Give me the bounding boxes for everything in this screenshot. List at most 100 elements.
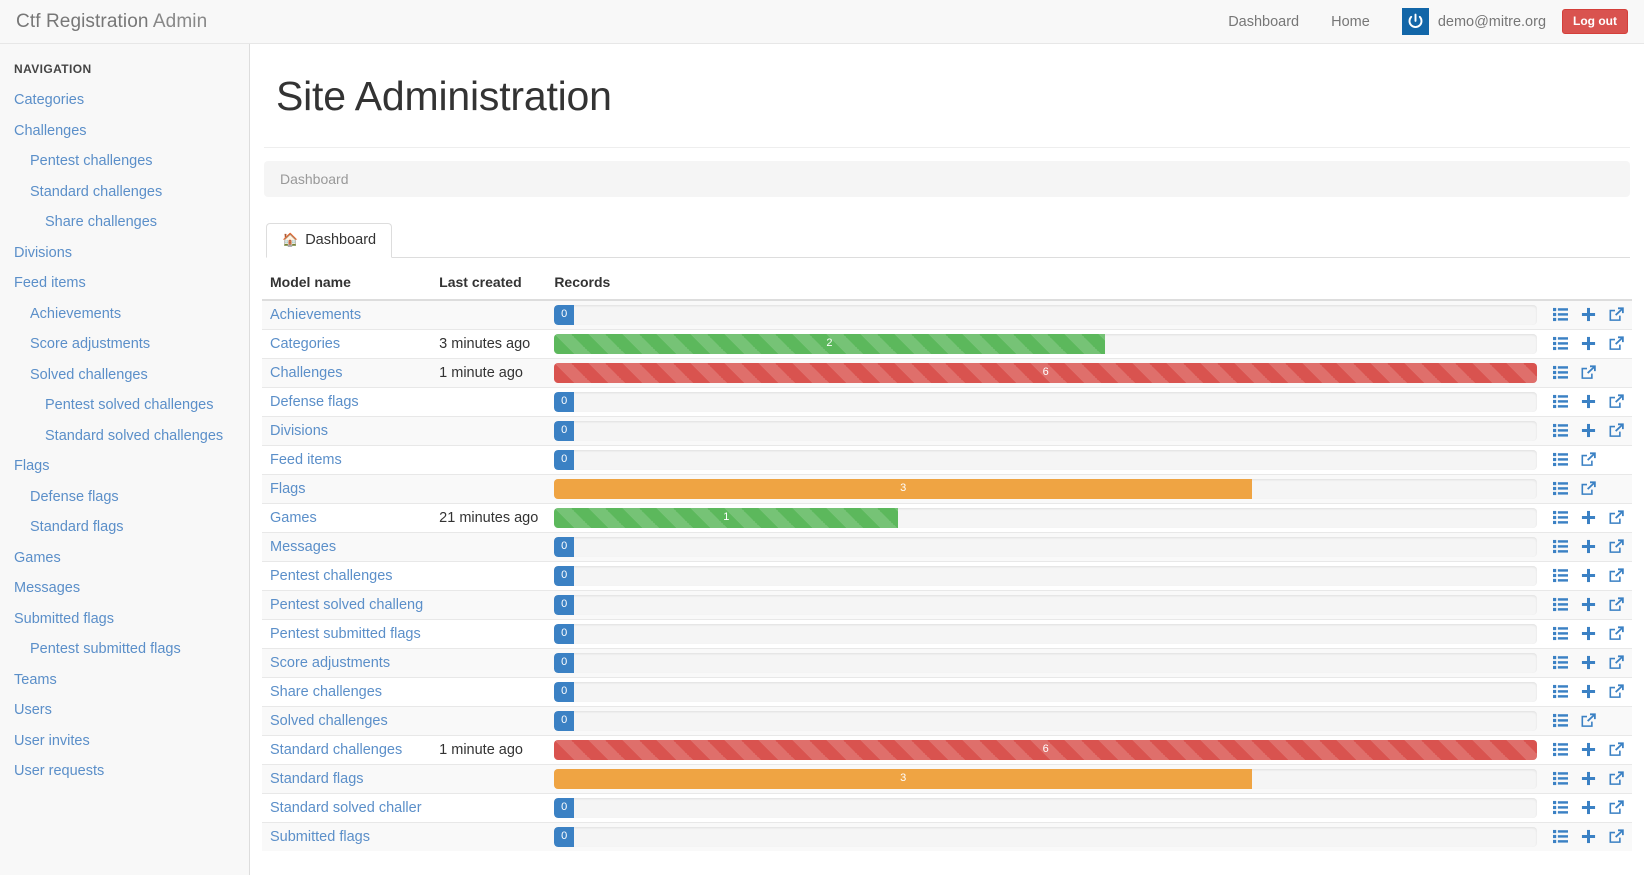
plus-icon[interactable] bbox=[1581, 655, 1596, 670]
external-link-icon[interactable] bbox=[1581, 481, 1596, 496]
sidebar-item-share-challenges[interactable]: Share challenges bbox=[0, 207, 249, 238]
external-link-icon[interactable] bbox=[1609, 539, 1624, 554]
model-link[interactable]: Achievements bbox=[270, 307, 361, 323]
sidebar-item-standard-challenges[interactable]: Standard challenges bbox=[0, 177, 249, 208]
sidebar-item-messages[interactable]: Messages bbox=[0, 573, 249, 604]
list-icon[interactable] bbox=[1553, 800, 1568, 815]
list-icon[interactable] bbox=[1553, 394, 1568, 409]
sidebar-item-standard-flags[interactable]: Standard flags bbox=[0, 512, 249, 543]
external-link-icon[interactable] bbox=[1609, 742, 1624, 757]
external-link-icon[interactable] bbox=[1609, 684, 1624, 699]
plus-icon[interactable] bbox=[1581, 684, 1596, 699]
plus-icon[interactable] bbox=[1581, 307, 1596, 322]
external-link-icon[interactable] bbox=[1609, 800, 1624, 815]
model-link[interactable]: Pentest challenges bbox=[270, 568, 393, 584]
list-icon[interactable] bbox=[1553, 829, 1568, 844]
sidebar-item-solved-challenges[interactable]: Solved challenges bbox=[0, 360, 249, 391]
external-link-icon[interactable] bbox=[1609, 510, 1624, 525]
sidebar-item-submitted-flags[interactable]: Submitted flags bbox=[0, 604, 249, 635]
external-link-icon[interactable] bbox=[1609, 307, 1624, 322]
sidebar-item-pentest-submitted-flags[interactable]: Pentest submitted flags bbox=[0, 634, 249, 665]
sidebar-item-pentest-challenges[interactable]: Pentest challenges bbox=[0, 146, 249, 177]
plus-icon[interactable] bbox=[1581, 539, 1596, 554]
user-menu[interactable]: demo@mitre.org bbox=[1386, 8, 1556, 35]
model-link[interactable]: Submitted flags bbox=[270, 829, 370, 845]
external-link-icon[interactable] bbox=[1609, 394, 1624, 409]
external-link-icon[interactable] bbox=[1609, 597, 1624, 612]
list-icon[interactable] bbox=[1553, 307, 1568, 322]
external-link-icon[interactable] bbox=[1609, 568, 1624, 583]
model-link[interactable]: Categories bbox=[270, 336, 340, 352]
list-icon[interactable] bbox=[1553, 423, 1568, 438]
sidebar-item-categories[interactable]: Categories bbox=[0, 85, 249, 116]
model-link[interactable]: Pentest submitted flags bbox=[270, 626, 421, 642]
sidebar-item-feed-items[interactable]: Feed items bbox=[0, 268, 249, 299]
sidebar-item-games[interactable]: Games bbox=[0, 543, 249, 574]
list-icon[interactable] bbox=[1553, 597, 1568, 612]
plus-icon[interactable] bbox=[1581, 626, 1596, 641]
sidebar-item-challenges[interactable]: Challenges bbox=[0, 116, 249, 147]
external-link-icon[interactable] bbox=[1581, 713, 1596, 728]
external-link-icon[interactable] bbox=[1609, 336, 1624, 351]
plus-icon[interactable] bbox=[1581, 771, 1596, 786]
list-icon[interactable] bbox=[1553, 539, 1568, 554]
list-icon[interactable] bbox=[1553, 626, 1568, 641]
plus-icon[interactable] bbox=[1581, 829, 1596, 844]
sidebar-item-flags[interactable]: Flags bbox=[0, 451, 249, 482]
external-link-icon[interactable] bbox=[1609, 655, 1624, 670]
list-icon[interactable] bbox=[1553, 481, 1568, 496]
sidebar-item-pentest-solved-challenges[interactable]: Pentest solved challenges bbox=[0, 390, 249, 421]
sidebar-item-divisions[interactable]: Divisions bbox=[0, 238, 249, 269]
tab-dashboard[interactable]: 🏠 Dashboard bbox=[266, 222, 393, 258]
list-icon[interactable] bbox=[1553, 568, 1568, 583]
model-link[interactable]: Flags bbox=[270, 481, 305, 497]
list-icon[interactable] bbox=[1553, 713, 1568, 728]
model-link[interactable]: Share challenges bbox=[270, 684, 382, 700]
list-icon[interactable] bbox=[1553, 684, 1568, 699]
model-link[interactable]: Challenges bbox=[270, 365, 343, 381]
list-icon[interactable] bbox=[1553, 452, 1568, 467]
nav-link-dashboard[interactable]: Dashboard bbox=[1212, 14, 1315, 30]
sidebar-item-user-invites[interactable]: User invites bbox=[0, 726, 249, 757]
model-link[interactable]: Standard challenges bbox=[270, 742, 402, 758]
model-link[interactable]: Messages bbox=[270, 539, 336, 555]
plus-icon[interactable] bbox=[1581, 336, 1596, 351]
sidebar-item-users[interactable]: Users bbox=[0, 695, 249, 726]
logout-button[interactable]: Log out bbox=[1562, 8, 1628, 35]
external-link-icon[interactable] bbox=[1581, 365, 1596, 380]
list-icon[interactable] bbox=[1553, 742, 1568, 757]
model-link[interactable]: Standard flags bbox=[270, 771, 364, 787]
sidebar-item-user-requests[interactable]: User requests bbox=[0, 756, 249, 787]
model-link[interactable]: Standard solved challer bbox=[270, 800, 422, 816]
plus-icon[interactable] bbox=[1581, 568, 1596, 583]
external-link-icon[interactable] bbox=[1609, 771, 1624, 786]
list-icon[interactable] bbox=[1553, 365, 1568, 380]
plus-icon[interactable] bbox=[1581, 597, 1596, 612]
sidebar-item-achievements[interactable]: Achievements bbox=[0, 299, 249, 330]
plus-icon[interactable] bbox=[1581, 394, 1596, 409]
plus-icon[interactable] bbox=[1581, 510, 1596, 525]
external-link-icon[interactable] bbox=[1609, 829, 1624, 844]
brand-logo[interactable]: Ctf Registration Admin bbox=[16, 11, 207, 33]
external-link-icon[interactable] bbox=[1581, 452, 1596, 467]
model-link[interactable]: Feed items bbox=[270, 452, 342, 468]
list-icon[interactable] bbox=[1553, 771, 1568, 786]
model-link[interactable]: Games bbox=[270, 510, 317, 526]
plus-icon[interactable] bbox=[1581, 800, 1596, 815]
sidebar-item-standard-solved-challenges[interactable]: Standard solved challenges bbox=[0, 421, 249, 452]
external-link-icon[interactable] bbox=[1609, 423, 1624, 438]
model-link[interactable]: Divisions bbox=[270, 423, 328, 439]
model-link[interactable]: Solved challenges bbox=[270, 713, 388, 729]
model-link[interactable]: Score adjustments bbox=[270, 655, 390, 671]
list-icon[interactable] bbox=[1553, 655, 1568, 670]
model-link[interactable]: Defense flags bbox=[270, 394, 359, 410]
sidebar-item-teams[interactable]: Teams bbox=[0, 665, 249, 696]
external-link-icon[interactable] bbox=[1609, 626, 1624, 641]
sidebar-item-defense-flags[interactable]: Defense flags bbox=[0, 482, 249, 513]
plus-icon[interactable] bbox=[1581, 742, 1596, 757]
list-icon[interactable] bbox=[1553, 336, 1568, 351]
nav-link-home[interactable]: Home bbox=[1315, 14, 1386, 30]
model-link[interactable]: Pentest solved challeng bbox=[270, 597, 423, 613]
sidebar-item-score-adjustments[interactable]: Score adjustments bbox=[0, 329, 249, 360]
list-icon[interactable] bbox=[1553, 510, 1568, 525]
